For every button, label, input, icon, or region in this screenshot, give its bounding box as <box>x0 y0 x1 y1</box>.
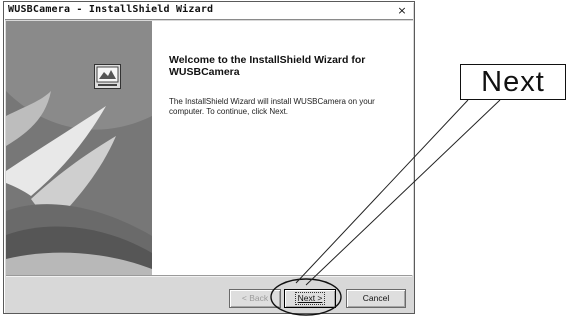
next-button-label: Next > <box>294 292 326 305</box>
setup-computer-icon <box>94 64 121 89</box>
title-bar: WUSBCamera - InstallShield Wizard × <box>5 3 413 20</box>
welcome-heading: Welcome to the InstallShield Wizard for … <box>169 54 366 78</box>
next-button[interactable]: Next > <box>284 289 336 308</box>
close-icon[interactable]: × <box>395 3 409 18</box>
window-title: WUSBCamera - InstallShield Wizard <box>8 4 214 15</box>
welcome-panel: Welcome to the InstallShield Wizard for … <box>152 21 413 275</box>
banner-art <box>6 21 152 275</box>
next-callout-label: Next <box>481 66 545 98</box>
wizard-banner-image <box>6 21 152 275</box>
installshield-wizard-window: WUSBCamera - InstallShield Wizard × Welc… <box>3 1 415 314</box>
back-button[interactable]: < Back <box>229 289 281 308</box>
welcome-description: The InstallShield Wizard will install WU… <box>169 97 375 116</box>
button-separator <box>6 275 412 277</box>
next-callout-box: Next <box>460 64 566 100</box>
cancel-button[interactable]: Cancel <box>346 289 406 308</box>
